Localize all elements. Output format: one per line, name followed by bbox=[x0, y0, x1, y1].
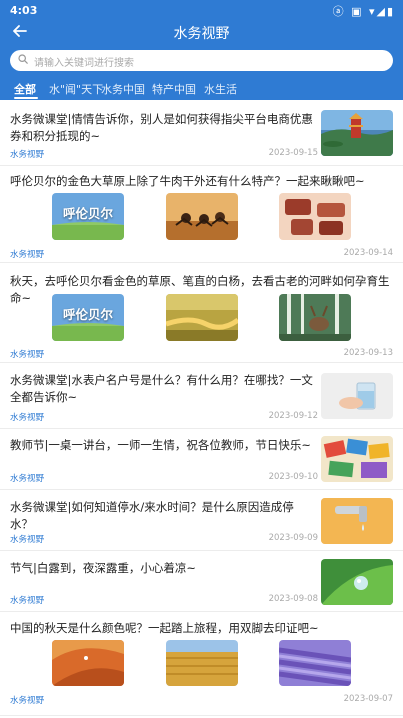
image-caption: 呼伦贝尔 bbox=[62, 307, 113, 322]
article-image bbox=[166, 193, 238, 240]
article-date: 2023-09-13 bbox=[343, 348, 393, 358]
title-bar: 水务视野 bbox=[0, 20, 403, 46]
article-source: 水务视野 bbox=[10, 250, 45, 260]
page-title: 水务视野 bbox=[173, 26, 230, 42]
article-thumbnail bbox=[321, 498, 393, 544]
article-title: 水务微课堂|情情告诉你，别人是如何获得指尖平台电商优惠券和积分抵现的~ bbox=[10, 112, 313, 143]
article-image: 呼伦贝尔 bbox=[52, 193, 124, 240]
article-source: 水务视野 bbox=[10, 596, 45, 606]
article-date: 2023-09-12 bbox=[268, 411, 318, 421]
status-bar: 4:03 ⓐ ▣ ▾◢▮ bbox=[0, 0, 403, 20]
article-image bbox=[166, 294, 238, 341]
article-title: 呼伦贝尔的金色大草原上除了牛肉干外还有什么特产？一起来瞅瞅吧~ bbox=[10, 174, 365, 188]
tab-all[interactable]: 全部 bbox=[14, 81, 36, 97]
article-thumbnail bbox=[321, 436, 393, 482]
article-image bbox=[166, 640, 238, 686]
app-header: 4:03 ⓐ ▣ ▾◢▮ 水务视野 请输入关键词进行搜索 全部 水"闻"天下 水… bbox=[0, 0, 403, 100]
article-source: 水务视野 bbox=[10, 413, 45, 423]
article-source: 水务视野 bbox=[10, 150, 45, 160]
search-icon bbox=[18, 54, 28, 64]
active-tab-indicator bbox=[14, 97, 38, 99]
image-caption: 呼伦贝尔 bbox=[62, 206, 113, 221]
article-image: 呼伦贝尔 bbox=[52, 294, 124, 341]
article-item[interactable]: 教师节|一桌一讲台，一师一生情，祝各位教师，节日快乐~ 水务视野 2023-09… bbox=[0, 429, 403, 490]
article-thumbnail bbox=[321, 373, 393, 419]
article-image bbox=[279, 193, 351, 240]
article-item[interactable]: 秋天，去呼伦贝尔看金色的草原、笔直的白杨，去看古老的河畔如何孕育生命~ 呼伦贝尔… bbox=[0, 263, 403, 363]
article-thumbnail bbox=[321, 559, 393, 605]
status-icons: ⓐ ▣ ▾◢▮ bbox=[332, 5, 395, 18]
article-thumbnail bbox=[321, 110, 393, 156]
article-source: 水务视野 bbox=[10, 535, 45, 545]
article-title: 教师节|一桌一讲台，一师一生情，祝各位教师，节日快乐~ bbox=[10, 438, 312, 452]
article-title: 水务微课堂|水表户名户号是什么？有什么用？在哪找？一文全都告诉你~ bbox=[10, 373, 313, 404]
article-item[interactable]: 呼伦贝尔的金色大草原上除了牛肉干外还有什么特产？一起来瞅瞅吧~ 呼伦贝尔 水务视… bbox=[0, 166, 403, 263]
article-item[interactable]: 节气|白露到，夜深露重，小心着凉~ 水务视野 2023-09-08 bbox=[0, 551, 403, 612]
article-date: 2023-09-15 bbox=[268, 148, 318, 158]
article-image bbox=[279, 640, 351, 686]
tab-water-china[interactable]: 水务中国 bbox=[101, 81, 145, 97]
article-source: 水务视野 bbox=[10, 350, 45, 360]
article-item[interactable]: 水务微课堂|水表户名户号是什么？有什么用？在哪找？一文全都告诉你~ 水务视野 2… bbox=[0, 363, 403, 429]
tab-water-news[interactable]: 水"闻"天下 bbox=[49, 81, 103, 97]
article-item[interactable]: 中国的秋天是什么颜色呢？一起踏上旅程，用双脚去印证吧~ 水务视野 2023-09… bbox=[0, 612, 403, 716]
article-source: 水务视野 bbox=[10, 696, 45, 706]
search-input[interactable]: 请输入关键词进行搜索 bbox=[10, 50, 393, 71]
search-placeholder: 请输入关键词进行搜索 bbox=[34, 58, 134, 69]
article-date: 2023-09-14 bbox=[343, 248, 393, 258]
status-time: 4:03 bbox=[10, 4, 38, 17]
article-date: 2023-09-08 bbox=[268, 594, 318, 604]
article-date: 2023-09-07 bbox=[343, 694, 393, 704]
tab-specialty-china[interactable]: 特产中国 bbox=[152, 81, 196, 97]
article-source: 水务视野 bbox=[10, 474, 45, 484]
article-item[interactable]: 水务微课堂|情情告诉你，别人是如何获得指尖平台电商优惠券和积分抵现的~ 水务视野… bbox=[0, 101, 403, 166]
article-date: 2023-09-09 bbox=[268, 533, 318, 543]
article-title: 中国的秋天是什么颜色呢？一起踏上旅程，用双脚去印证吧~ bbox=[10, 621, 319, 635]
article-title: 水务微课堂|如何知道停水/来水时间？是什么原因造成停水？ bbox=[10, 500, 294, 531]
article-title: 节气|白露到，夜深露重，小心着凉~ bbox=[10, 561, 197, 575]
article-image bbox=[279, 294, 351, 341]
article-item[interactable]: 水务微课堂|如何知道停水/来水时间？是什么原因造成停水？ 水务视野 2023-0… bbox=[0, 490, 403, 551]
article-date: 2023-09-10 bbox=[268, 472, 318, 482]
article-image bbox=[52, 640, 124, 686]
category-tabs: 全部 水"闻"天下 水务中国 特产中国 水生活 bbox=[0, 78, 403, 100]
tab-water-life[interactable]: 水生活 bbox=[204, 81, 237, 97]
